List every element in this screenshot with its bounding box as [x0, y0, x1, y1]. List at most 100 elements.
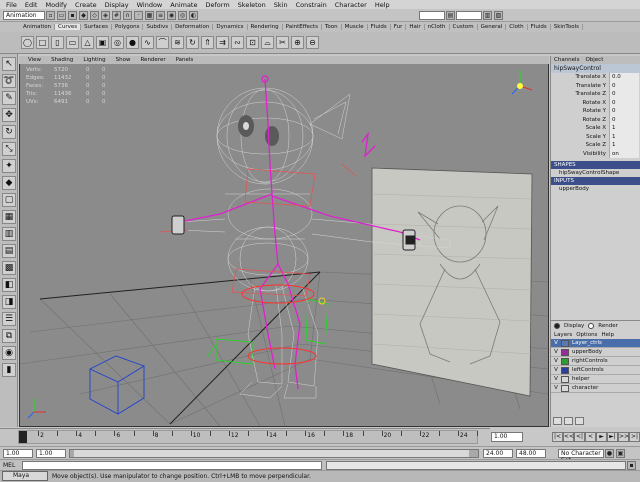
layout-stack-tool-icon[interactable]: ▤ — [2, 244, 16, 258]
menu-item-file[interactable]: File — [2, 1, 21, 9]
layout-graph-tool-icon[interactable]: ◨ — [2, 295, 16, 309]
menu-item-create[interactable]: Create — [71, 1, 101, 9]
wrist-locator-right[interactable] — [402, 229, 416, 251]
channel-row-scale-z[interactable]: Scale Z1 — [551, 141, 640, 150]
layer-row[interactable]: Vcharacter — [551, 384, 640, 393]
shelf-tab-skintools[interactable]: SkinTools — [551, 24, 583, 30]
snap-point-icon[interactable]: · — [134, 10, 143, 20]
snap-curve-icon[interactable]: ∩ — [123, 10, 132, 20]
shape-name[interactable]: hipSwayControlShape — [551, 169, 640, 177]
render-radio[interactable] — [588, 323, 595, 329]
toggle-toolsettings-icon[interactable]: ▧ — [494, 10, 503, 20]
layer-visibility-toggle[interactable]: V — [551, 385, 561, 391]
go-to-end-icon[interactable]: >| — [629, 432, 640, 442]
cone-icon[interactable]: △ — [81, 36, 94, 49]
wrist-locator-left[interactable] — [171, 215, 185, 235]
paint-tool-icon[interactable]: ✎ — [2, 91, 16, 105]
layer-color-swatch[interactable] — [561, 366, 569, 374]
sweep-icon[interactable]: ∾ — [231, 36, 244, 49]
fillet-icon[interactable]: ⌓ — [261, 36, 274, 49]
toggle-channelbox-icon[interactable]: ▤ — [446, 10, 455, 20]
scale-tool-icon[interactable]: ⤡ — [2, 142, 16, 156]
layer-color-swatch[interactable] — [561, 348, 569, 356]
display-radio[interactable] — [554, 323, 560, 329]
outliner-tool-icon[interactable]: ☰ — [2, 312, 16, 326]
render-tool-icon[interactable]: ◉ — [2, 346, 16, 360]
ipr-render-icon[interactable]: ◎ — [178, 10, 187, 20]
arc-icon[interactable]: ⌒ — [156, 36, 169, 49]
image-plane[interactable] — [371, 167, 533, 397]
torus-icon[interactable]: ◎ — [111, 36, 124, 49]
channel-value-field[interactable]: 0 — [609, 107, 639, 116]
shelf-tab-deformation[interactable]: Deformation — [172, 24, 214, 30]
shelf-tab-painteffects[interactable]: PaintEffects — [283, 24, 322, 30]
menu-item-skin[interactable]: Skin — [270, 1, 292, 9]
channel-value-field[interactable]: 1 — [609, 124, 639, 133]
last-tool-icon[interactable]: ◆ — [2, 176, 16, 190]
auto-key-icon[interactable]: ● — [605, 448, 614, 458]
ik-handles[interactable] — [241, 284, 317, 365]
open-scene-icon[interactable]: ▭ — [57, 10, 66, 20]
history-icon[interactable]: ≡ — [156, 10, 165, 20]
render-globals-icon[interactable]: ◐ — [189, 10, 198, 20]
viewport-menu-panels[interactable]: Panels — [171, 57, 199, 63]
channel-node-name[interactable]: hipSwayControl — [551, 64, 640, 73]
shelf-tab-general[interactable]: General — [478, 24, 507, 30]
play-forward-icon[interactable]: ► — [596, 432, 607, 442]
menu-item-window[interactable]: Window — [133, 1, 167, 9]
shelf-tab-animation[interactable]: Animation — [20, 24, 56, 30]
layer-menu-layers[interactable]: Layers — [554, 332, 572, 338]
loft-icon[interactable]: ≋ — [171, 36, 184, 49]
layer-menu-help[interactable]: Help — [601, 332, 614, 338]
layer-visibility-toggle[interactable]: V — [551, 340, 561, 346]
perspective-viewport[interactable]: Verts: 5720 0 0 Edges: 11432 0 0 Faces: 5736 0 0 Tri… — [20, 64, 548, 426]
shelf-tab-surfaces[interactable]: Surfaces — [81, 24, 112, 30]
input-field-a[interactable] — [419, 10, 445, 20]
input-field-b[interactable] — [456, 10, 482, 20]
shelf-tab-dynamics[interactable]: Dynamics — [213, 24, 248, 30]
layer-color-swatch[interactable] — [561, 339, 569, 347]
channel-tab-channels[interactable]: Channels — [551, 57, 582, 63]
circle-icon[interactable]: ◯ — [21, 36, 34, 49]
new-scene-icon[interactable]: ▫ — [46, 10, 55, 20]
layout-persp-tool-icon[interactable]: ◧ — [2, 278, 16, 292]
channel-value-field[interactable]: 0 — [609, 81, 639, 90]
menu-item-constrain[interactable]: Constrain — [292, 1, 331, 9]
trim-icon[interactable]: ✂ — [276, 36, 289, 49]
layer-visibility-toggle[interactable]: V — [551, 367, 561, 373]
new-layer-selected-icon[interactable] — [564, 417, 573, 425]
cylinder-icon[interactable]: ▯ — [51, 36, 64, 49]
go-to-start-icon[interactable]: |< — [552, 432, 563, 442]
channel-row-rotate-z[interactable]: Rotate Z0 — [551, 115, 640, 124]
attach-icon[interactable]: ⊕ — [291, 36, 304, 49]
range-bar[interactable] — [69, 448, 479, 458]
viewport-menu-view[interactable]: View — [23, 57, 46, 63]
channel-row-translate-z[interactable]: Translate Z0 — [551, 90, 640, 99]
layer-visibility-toggle[interactable]: V — [551, 358, 561, 364]
curve-icon[interactable]: ∿ — [141, 36, 154, 49]
layout-quad-tool-icon[interactable]: ▦ — [2, 210, 16, 224]
menu-item-edit[interactable]: Edit — [21, 1, 42, 9]
channel-value-field[interactable]: 1 — [609, 132, 639, 141]
shelf-tab-rendering[interactable]: Rendering — [248, 24, 283, 30]
channel-row-scale-x[interactable]: Scale X1 — [551, 124, 640, 133]
viewport-menu-show[interactable]: Show — [111, 57, 136, 63]
rotate-tool-icon[interactable]: ↻ — [2, 125, 16, 139]
move-tool-icon[interactable]: ✥ — [2, 108, 16, 122]
viewport-menu-renderer[interactable]: Renderer — [135, 57, 170, 63]
channel-row-translate-y[interactable]: Translate Y0 — [551, 81, 640, 90]
render-icon[interactable]: ◉ — [167, 10, 176, 20]
shelf-tab-ncloth[interactable]: nCloth — [425, 24, 450, 30]
taskbar-maya-button[interactable]: Maya — [2, 471, 48, 481]
current-time-field[interactable]: 1.00 — [491, 432, 523, 442]
script-editor-icon[interactable]: ▪ — [627, 460, 636, 470]
menu-item-display[interactable]: Display — [101, 1, 133, 9]
menu-item-animate[interactable]: Animate — [166, 1, 201, 9]
channel-row-translate-x[interactable]: Translate X 0.0 — [551, 73, 640, 82]
shelf-tab-fluids[interactable]: Fluids — [528, 24, 551, 30]
end-time-field[interactable]: 48.00 — [516, 448, 546, 458]
revolve-icon[interactable]: ↻ — [186, 36, 199, 49]
boundary-icon[interactable]: ⊡ — [246, 36, 259, 49]
script-tool-icon[interactable]: ▮ — [2, 363, 16, 377]
shelf-tab-curves[interactable]: Curves — [55, 24, 82, 30]
